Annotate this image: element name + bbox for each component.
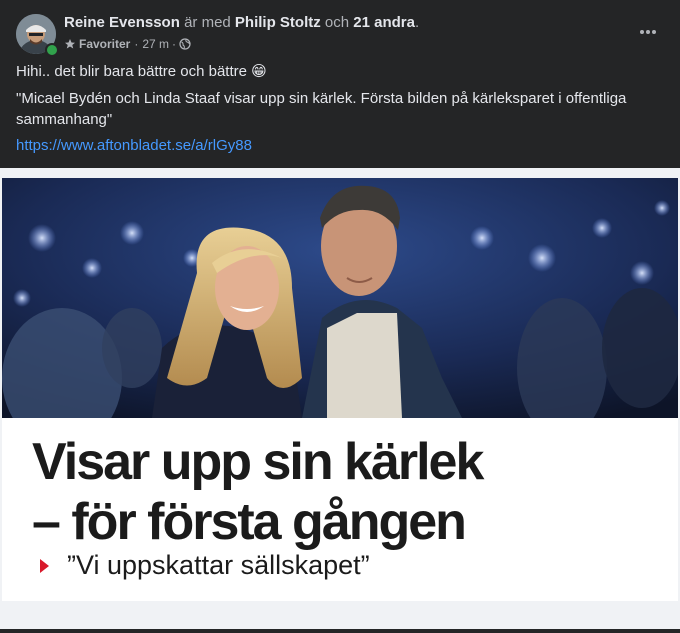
meta-separator-2: ·: [172, 37, 177, 51]
globe-icon: [179, 38, 191, 50]
article-photo[interactable]: [2, 178, 678, 418]
with-text: är med: [184, 14, 231, 31]
facebook-post: Reine Evensson är med Philip Stoltz och …: [0, 0, 680, 633]
author-line: Reine Evensson är med Philip Stoltz och …: [64, 13, 419, 33]
post-link[interactable]: https://www.aftonbladet.se/a/rlGy88: [16, 135, 656, 156]
post-header: Reine Evensson är med Philip Stoltz och …: [0, 0, 680, 168]
audience-label[interactable]: Favoriter: [79, 36, 130, 52]
couple-photo-illustration: [2, 178, 678, 418]
tagged-person[interactable]: Philip Stoltz: [235, 14, 321, 31]
headline-line1: Visar upp sin kärlek: [32, 433, 484, 491]
post-quote: "Micael Bydén och Linda Staaf visar upp …: [16, 90, 627, 128]
post-meta: Favoriter · 27 m ·: [64, 36, 191, 52]
star-icon: [65, 39, 75, 49]
subheadline: ”Vi uppskattar sällskapet”: [40, 550, 370, 581]
headline-line2: – för första gången: [32, 493, 467, 551]
meta-separator-1: ·: [134, 37, 139, 51]
link-preview-card[interactable]: Visar upp sin kärlek – för första gången…: [2, 178, 678, 601]
red-triangle-icon: [40, 558, 49, 573]
online-status-dot: [45, 43, 59, 57]
headline: Visar upp sin kärlek – för första gången: [32, 432, 672, 552]
others-link[interactable]: 21 andra: [353, 14, 415, 31]
next-post-edge: [0, 629, 680, 633]
post-time[interactable]: 27 m: [142, 36, 169, 52]
more-options-icon[interactable]: [634, 18, 662, 46]
post-text-line1: Hihi.. det blir bara bättre och bättre 😁: [16, 63, 267, 80]
and-text: och: [324, 14, 350, 31]
period: .: [414, 14, 420, 31]
subheadline-text: ”Vi uppskattar sällskapet”: [67, 550, 370, 580]
author-name[interactable]: Reine Evensson: [64, 14, 180, 31]
